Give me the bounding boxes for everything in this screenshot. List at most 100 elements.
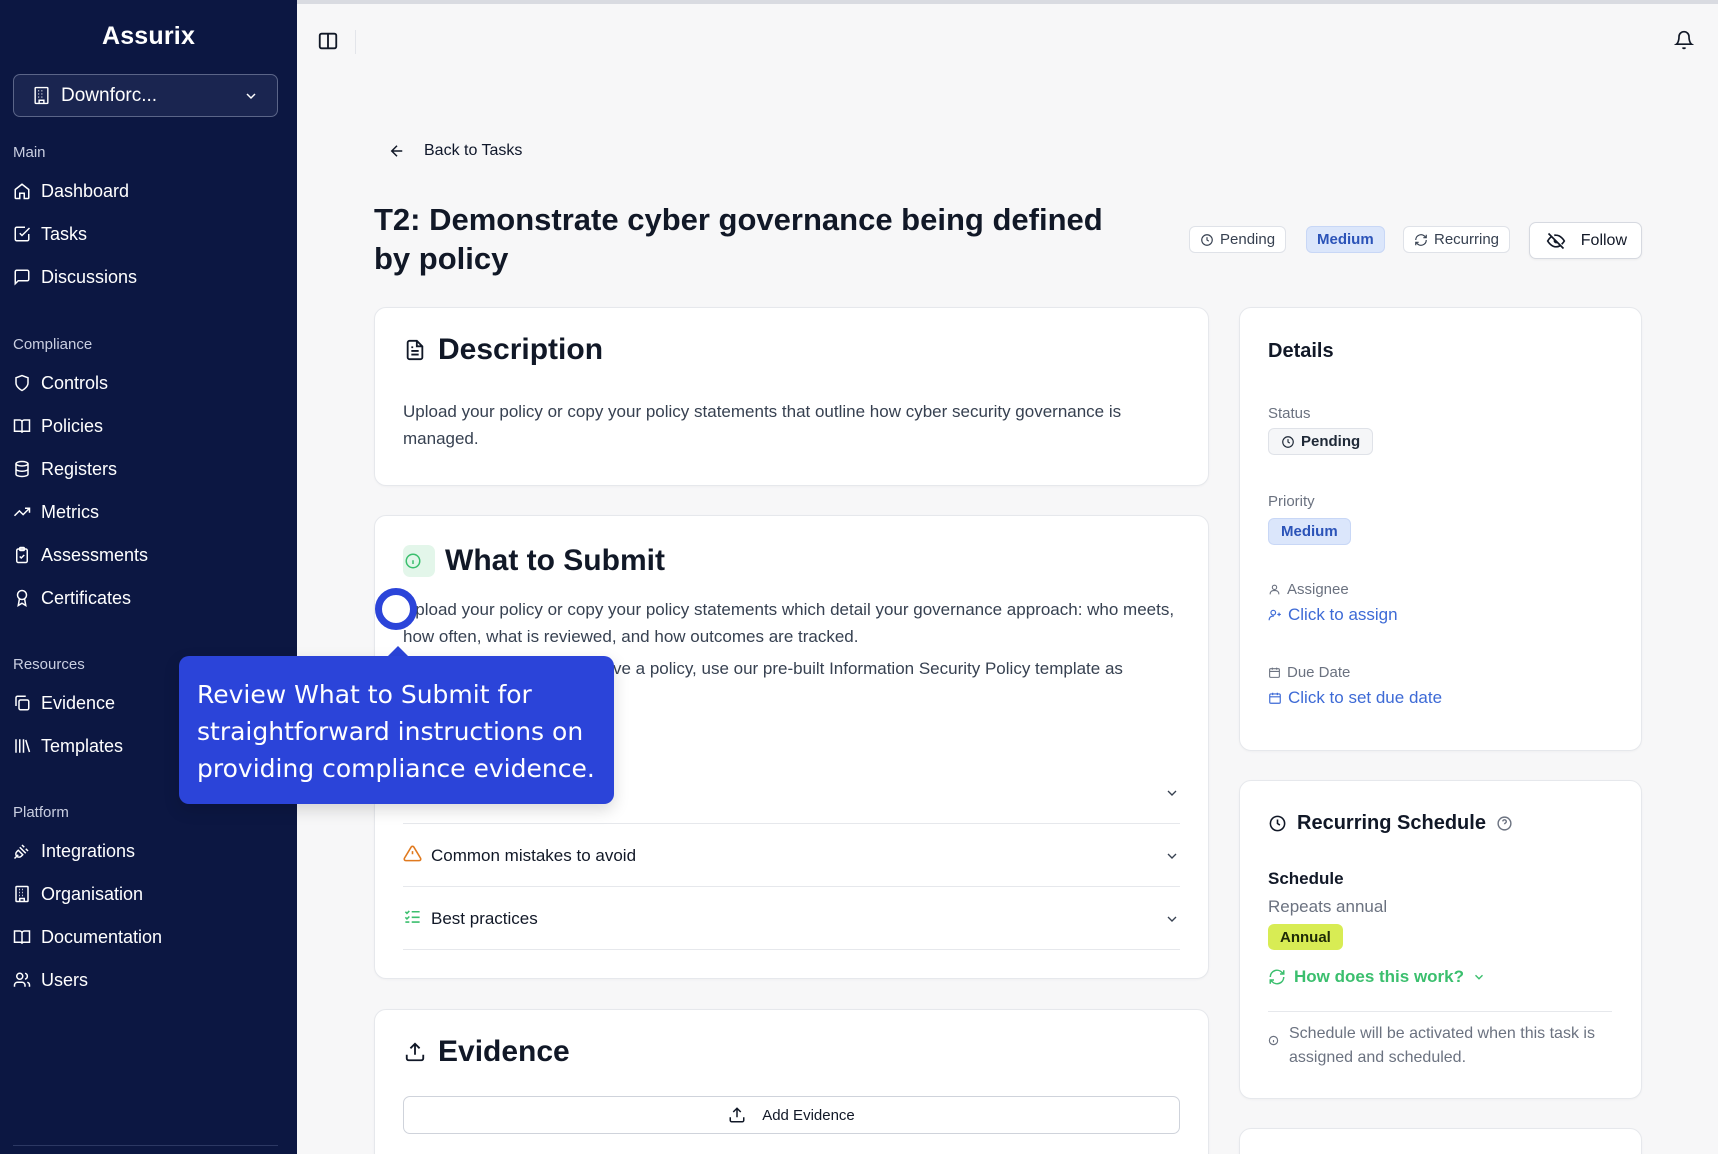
toolbar-divider — [355, 30, 356, 54]
sidebar-item-label: Users — [41, 969, 89, 990]
sidebar-item-tasks[interactable]: Tasks — [13, 221, 87, 247]
copy-icon — [15, 695, 30, 711]
calendar-icon — [1269, 692, 1281, 704]
recurring-badge-label: Recurring — [1434, 231, 1500, 248]
nav-section-compliance: Compliance — [13, 336, 93, 353]
shield-icon — [15, 374, 29, 392]
sidebar-item-label: Organisation — [41, 883, 144, 904]
users-icon — [13, 972, 31, 987]
book-icon — [13, 419, 31, 433]
building-icon — [34, 86, 49, 105]
list-checks-icon — [404, 909, 420, 923]
arrow-left-icon — [390, 145, 403, 157]
sidebar-item-label: Documentation — [41, 926, 163, 947]
status-badge-label: Pending — [1220, 231, 1276, 248]
sidebar-item-organisation[interactable]: Organisation — [13, 881, 143, 907]
chevron-down-icon — [246, 92, 256, 99]
sidebar-item-label: Certificates — [41, 587, 132, 608]
schedule-label: Schedule — [1268, 869, 1344, 888]
sidebar-item-assessments[interactable]: Assessments — [13, 542, 148, 568]
clock-icon — [1201, 233, 1213, 246]
chevron-down-icon — [1167, 853, 1177, 859]
sidebar-item-users[interactable]: Users — [13, 967, 88, 993]
info-icon — [403, 545, 435, 577]
organisation-select-label: Downforc... — [61, 84, 158, 106]
chevron-down-icon — [1475, 974, 1484, 980]
follow-button[interactable]: Follow — [1529, 222, 1642, 259]
sidebar-item-documentation[interactable]: Documentation — [13, 924, 162, 950]
warning-icon — [403, 845, 422, 861]
sidebar-item-integrations[interactable]: Integrations — [13, 838, 135, 864]
add-evidence-button[interactable]: Add Evidence — [403, 1096, 1180, 1134]
check-square-icon — [14, 226, 31, 242]
sidebar-item-templates[interactable]: Templates — [13, 733, 123, 759]
sidebar-item-registers[interactable]: Registers — [13, 456, 117, 482]
priority-badge: Medium — [1306, 226, 1385, 253]
how-does-this-work-toggle[interactable]: How does this work? — [1268, 967, 1494, 987]
status-field-label: Status — [1268, 405, 1311, 422]
database-icon — [15, 460, 29, 478]
help-circle-icon[interactable] — [1496, 815, 1513, 832]
accordion-label: Common mistakes to avoid — [431, 845, 637, 865]
accordion-label: Best practices — [431, 908, 538, 928]
assign-link[interactable]: Click to assign — [1268, 605, 1398, 625]
tour-tooltip[interactable]: Review What to Submit for straightforwar… — [179, 656, 614, 804]
description-title-label: Description — [438, 333, 604, 366]
what-to-submit-text: Upload your policy or copy your policy s… — [403, 600, 1175, 646]
schedule-note: Schedule will be activated when this tas… — [1268, 1022, 1612, 1070]
what-to-submit-title: What to Submit — [403, 544, 665, 578]
panel-left-icon — [318, 32, 338, 50]
status-pill-label: Pending — [1301, 433, 1361, 450]
accordion-best-practices[interactable]: Best practices — [403, 888, 1180, 950]
nav-section-platform: Platform — [13, 804, 69, 821]
eye-off-icon — [1546, 232, 1566, 249]
sidebar-item-label: Policies — [41, 415, 104, 436]
set-due-date-link[interactable]: Click to set due date — [1268, 688, 1442, 708]
top-bar — [297, 0, 1718, 82]
tour-hotspot[interactable] — [375, 588, 417, 630]
award-icon — [16, 589, 28, 607]
sidebar-item-dashboard[interactable]: Dashboard — [13, 178, 129, 204]
frequency-badge: Annual — [1268, 924, 1343, 950]
sidebar-item-controls[interactable]: Controls — [13, 370, 108, 396]
clipboard-check-icon — [16, 546, 28, 564]
assignee-field-label: Assignee — [1268, 581, 1349, 598]
sidebar-item-policies[interactable]: Policies — [13, 413, 103, 439]
notifications-button[interactable] — [1673, 30, 1698, 54]
sidebar-toggle-button[interactable] — [317, 30, 341, 54]
organisation-select[interactable]: Downforc... — [13, 74, 278, 117]
description-title: Description — [404, 333, 603, 367]
status-pill[interactable]: Pending — [1268, 428, 1374, 455]
back-to-tasks-link[interactable]: Back to Tasks — [388, 142, 522, 160]
refresh-icon — [1269, 969, 1285, 985]
priority-pill[interactable]: Medium — [1268, 518, 1351, 545]
priority-field-label: Priority — [1268, 493, 1315, 510]
sidebar-item-certificates[interactable]: Certificates — [13, 585, 131, 611]
sidebar-item-label: Integrations — [41, 840, 136, 861]
priority-badge-label: Medium — [1317, 231, 1374, 248]
priority-pill-label: Medium — [1281, 523, 1338, 540]
sidebar-item-label: Tasks — [41, 223, 88, 244]
sidebar-divider — [13, 1145, 278, 1146]
sidebar-item-metrics[interactable]: Metrics — [13, 499, 99, 525]
chevron-down-icon — [1167, 790, 1177, 796]
evidence-title: Evidence — [404, 1035, 570, 1069]
description-text: Upload your policy or copy your policy s… — [403, 402, 1122, 448]
bell-icon — [1673, 30, 1695, 50]
follow-button-label: Follow — [1580, 231, 1627, 249]
calendar-icon — [1269, 667, 1280, 678]
trending-up-icon — [13, 507, 31, 517]
file-text-icon — [406, 339, 424, 361]
sidebar-item-label: Discussions — [41, 266, 138, 287]
sidebar-item-evidence[interactable]: Evidence — [13, 690, 115, 716]
recurring-badge: Recurring — [1403, 226, 1511, 253]
back-link-label: Back to Tasks — [424, 142, 523, 159]
building-icon — [15, 885, 29, 903]
clock-icon — [1269, 815, 1286, 832]
clock-icon — [1282, 435, 1294, 448]
schedule-description: Repeats annual — [1268, 897, 1388, 916]
chevron-down-icon — [1167, 916, 1177, 922]
user-icon — [1269, 584, 1280, 595]
sidebar-item-discussions[interactable]: Discussions — [13, 264, 137, 290]
accordion-common-mistakes[interactable]: Common mistakes to avoid — [403, 825, 1180, 887]
